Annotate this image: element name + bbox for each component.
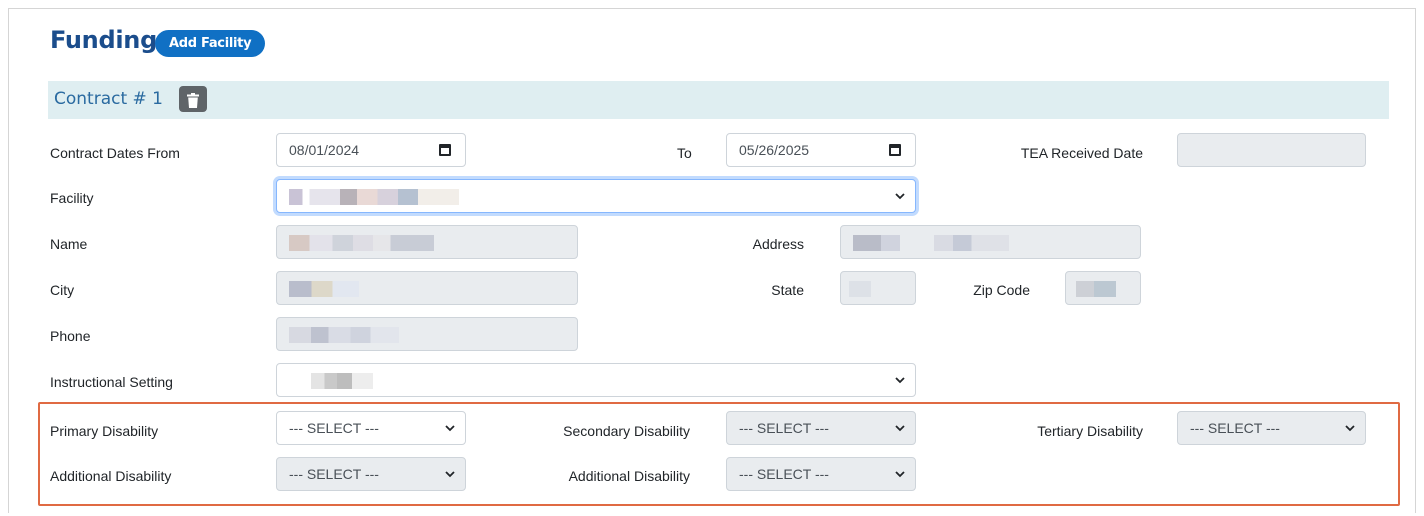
- state-label: State: [771, 282, 804, 298]
- instructional-setting-label: Instructional Setting: [50, 374, 173, 390]
- trash-icon: [187, 93, 199, 108]
- redacted-address-value: [853, 235, 1009, 252]
- tea-received-date-input[interactable]: [1177, 133, 1366, 167]
- zip-code-label: Zip Code: [973, 282, 1030, 298]
- chevron-down-icon: [895, 425, 905, 432]
- redacted-phone-value: [289, 327, 399, 344]
- facility-label: Facility: [50, 190, 94, 206]
- additional-disability-value-1: --- SELECT ---: [289, 466, 379, 482]
- redacted-city-value: [289, 281, 359, 298]
- zip-code-input[interactable]: [1065, 271, 1141, 305]
- tea-received-date-label: TEA Received Date: [1020, 145, 1143, 161]
- phone-label: Phone: [50, 328, 91, 344]
- additional-disability-label-1: Additional Disability: [50, 468, 172, 484]
- primary-disability-value: --- SELECT ---: [289, 420, 379, 436]
- address-input[interactable]: [840, 225, 1141, 259]
- additional-disability-value-2: --- SELECT ---: [739, 466, 829, 482]
- contract-dates-from-label: Contract Dates From: [50, 145, 180, 161]
- tertiary-disability-value: --- SELECT ---: [1190, 420, 1280, 436]
- date-to-input[interactable]: 05/26/2025: [726, 133, 916, 167]
- instructional-setting-select[interactable]: [276, 363, 916, 397]
- redacted-facility-value: [289, 189, 459, 206]
- date-from-input[interactable]: 08/01/2024: [276, 133, 466, 167]
- tertiary-disability-label: Tertiary Disability: [1037, 423, 1143, 439]
- name-input[interactable]: [276, 225, 578, 259]
- chevron-down-icon: [1345, 425, 1355, 432]
- additional-disability-select-1[interactable]: --- SELECT ---: [276, 457, 466, 491]
- tertiary-disability-select[interactable]: --- SELECT ---: [1177, 411, 1366, 445]
- add-facility-button[interactable]: Add Facility: [155, 30, 266, 57]
- calendar-icon[interactable]: [889, 144, 901, 156]
- primary-disability-select[interactable]: --- SELECT ---: [276, 411, 466, 445]
- name-label: Name: [50, 236, 88, 252]
- contract-header-bar: [48, 81, 1389, 119]
- redacted-zip-code-value: [1076, 281, 1116, 298]
- date-from-value: 08/01/2024: [289, 142, 360, 158]
- secondary-disability-label: Secondary Disability: [563, 423, 690, 439]
- chevron-down-icon: [445, 471, 455, 478]
- date-to-value: 05/26/2025: [739, 142, 810, 158]
- to-label: To: [677, 145, 692, 161]
- page-title: Funding: [50, 26, 157, 54]
- chevron-down-icon: [895, 193, 905, 200]
- primary-disability-label: Primary Disability: [50, 423, 159, 439]
- additional-disability-select-2[interactable]: --- SELECT ---: [726, 457, 916, 491]
- delete-contract-button[interactable]: [179, 86, 207, 112]
- facility-select[interactable]: [276, 179, 916, 213]
- secondary-disability-select[interactable]: --- SELECT ---: [726, 411, 916, 445]
- chevron-down-icon: [895, 471, 905, 478]
- contract-title: Contract # 1: [54, 89, 163, 109]
- additional-disability-label-2: Additional Disability: [568, 468, 690, 484]
- secondary-disability-value: --- SELECT ---: [739, 420, 829, 436]
- chevron-down-icon: [445, 425, 455, 432]
- address-label: Address: [752, 236, 804, 252]
- chevron-down-icon: [895, 377, 905, 384]
- city-label: City: [50, 282, 75, 298]
- redacted-state-value: [849, 281, 871, 298]
- phone-input[interactable]: [276, 317, 578, 351]
- city-input[interactable]: [276, 271, 578, 305]
- calendar-icon[interactable]: [439, 144, 451, 156]
- redacted-instructional-setting-value: [311, 373, 373, 390]
- state-input[interactable]: [840, 271, 916, 305]
- redacted-name-value: [289, 235, 434, 252]
